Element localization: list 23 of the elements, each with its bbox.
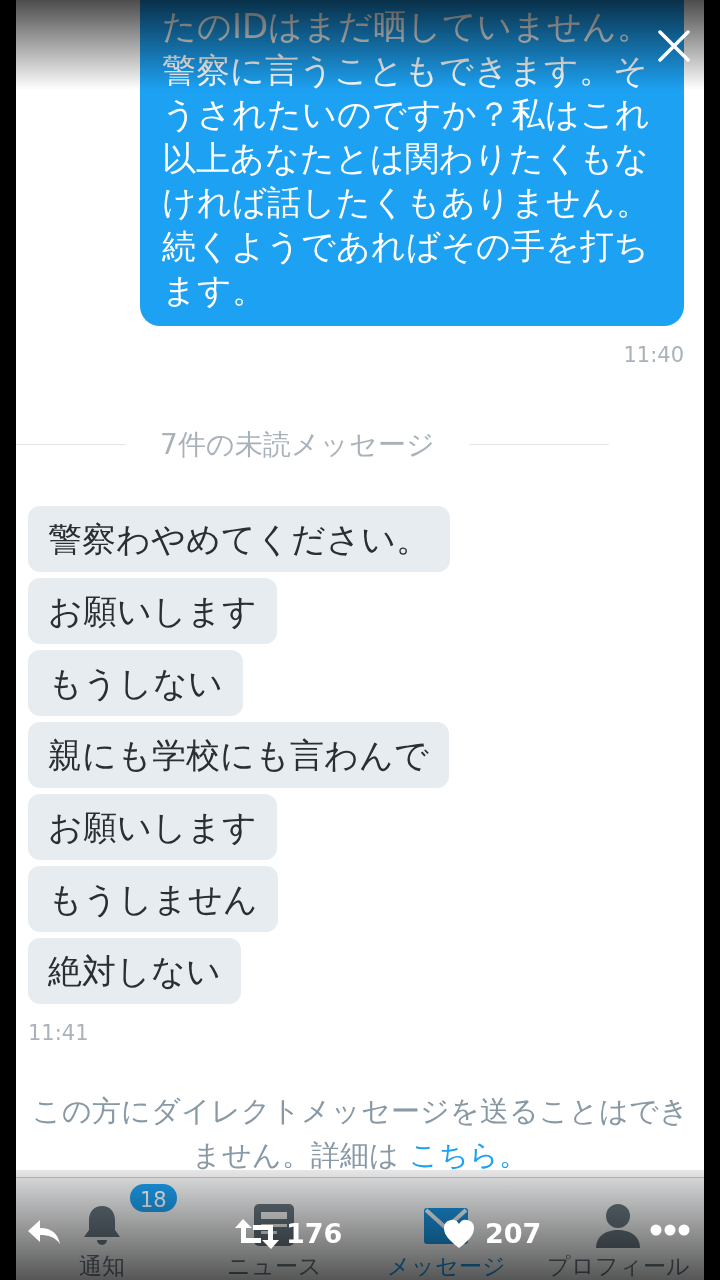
person-icon [594,1202,642,1248]
like-count: 207 [485,1217,542,1251]
tab[interactable]: メッセージ [386,1254,506,1278]
timestamp: 11:41 [28,1019,90,1047]
message-bubble: お願いします [28,793,277,860]
unread-divider-label: 7件の未読メッセージ [159,426,436,463]
more-icon[interactable] [650,1224,690,1236]
tab[interactable]: プロフィール [546,1254,690,1278]
tab[interactable]: ニュース [226,1254,322,1278]
message-bubble: もうしない [28,649,243,716]
close-icon[interactable] [658,30,690,62]
details-link[interactable]: こちら。 [408,1138,528,1172]
message-bubble: 絶対しない [28,937,241,1004]
message-bubble: お願いします [28,577,277,644]
message-bubble: もうしません [28,865,278,932]
timestamp: 11:40 [623,342,684,369]
notification-badge: 18 [128,1182,179,1214]
tab[interactable]: 通知 [79,1254,125,1278]
message-bubble: 親にも学校にも言わんで [28,721,449,788]
heart-icon[interactable] [443,1219,475,1250]
notice-text: この方にダイレクトメッセージを送ることはできません。詳細は こちら。 [30,1093,690,1174]
message-text: たのIDはまだ晒していません。警察に言うこともできます。そうされたいのですか？私はこれ以上あなたとは関わりたくもなければ話したくもありません。続くようであればその手を打ちます。 [162,5,653,312]
message-bubble: 警察わやめてください。 [28,505,450,572]
